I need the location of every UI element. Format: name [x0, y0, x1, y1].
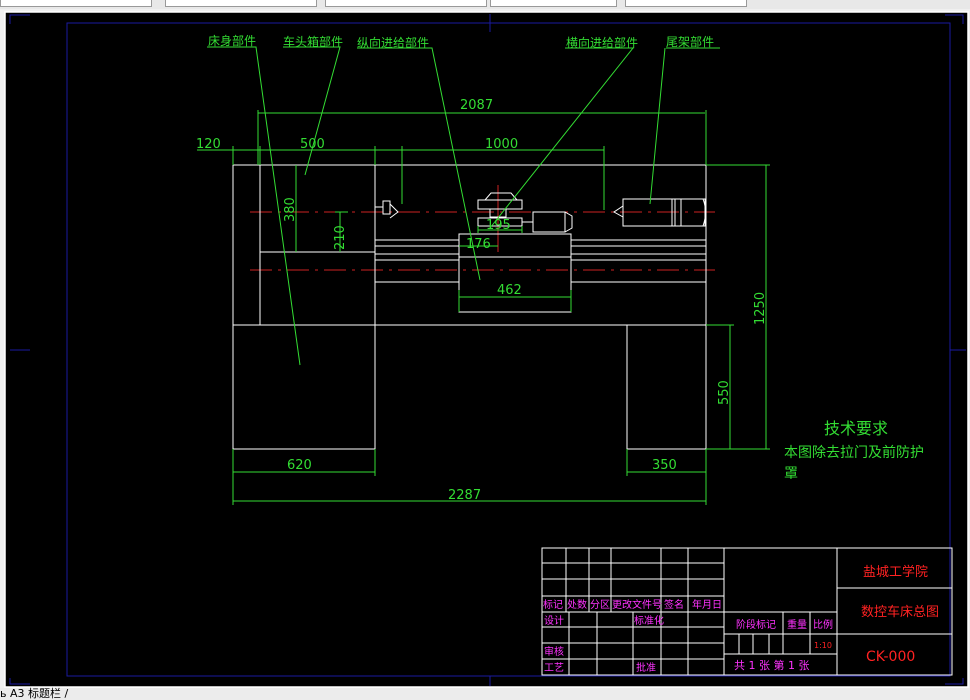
label-sheets: 共 1 张 第 1 张: [734, 658, 809, 672]
label-stage-mark: 阶段标记: [736, 618, 776, 631]
label-review: 审核: [544, 645, 564, 658]
drawing-number: CK-000: [866, 649, 915, 665]
label-scale: 比例: [813, 618, 833, 631]
label-longitudinal-feed: 纵向进给部件: [357, 35, 429, 50]
header-mark: 标记: [543, 599, 563, 611]
toolbar-field[interactable]: [165, 0, 317, 7]
dim-550: 550: [717, 380, 732, 405]
dim-1250: 1250: [753, 292, 768, 325]
label-cross-feed: 横向进给部件: [566, 35, 638, 50]
label-design: 设计: [544, 614, 564, 627]
drawing-name: 数控车床总图: [861, 604, 939, 620]
label-headstock: 车头箱部件: [283, 34, 343, 49]
dim-462: 462: [497, 283, 522, 298]
school-name: 盐城工学院: [863, 564, 928, 580]
label-standardization: 标准化: [634, 614, 664, 627]
toolbar-field[interactable]: [625, 0, 747, 7]
header-count: 处数: [567, 598, 587, 611]
dim-210: 210: [333, 225, 348, 250]
drawing-canvas[interactable]: 2087 120 500 1000 380 210 195 176 462 12…: [0, 9, 970, 688]
notes-title: 技术要求: [824, 419, 888, 438]
label-tailstock: 尾架部件: [666, 34, 714, 49]
label-approve: 批准: [636, 661, 656, 674]
dim-120: 120: [196, 137, 221, 152]
dim-380: 380: [283, 197, 298, 222]
layout-tabs: ь A3 标题栏 /: [0, 688, 970, 700]
header-zone: 分区: [590, 599, 610, 611]
scale-value: 1:10: [814, 641, 832, 650]
dim-620: 620: [287, 458, 312, 473]
toolbar-dropdown[interactable]: [0, 0, 152, 7]
toolbar-field[interactable]: [490, 0, 617, 7]
dim-350: 350: [652, 458, 677, 473]
header-date: 年月日: [692, 598, 722, 611]
dim-195: 195: [486, 218, 511, 233]
dim-2287: 2287: [448, 488, 481, 503]
label-process: 工艺: [544, 662, 564, 674]
header-change-doc: 更改文件号: [612, 598, 662, 611]
notes-line1: 本图除去拉门及前防护: [784, 444, 924, 461]
label-bed: 床身部件: [208, 33, 256, 48]
label-weight: 重量: [787, 618, 807, 631]
notes-line2: 罩: [784, 466, 798, 482]
header-signature: 签名: [664, 598, 684, 611]
dim-176: 176: [466, 237, 491, 252]
dim-2087: 2087: [460, 98, 493, 113]
toolbar-field[interactable]: [325, 0, 487, 7]
dim-1000: 1000: [485, 137, 518, 152]
toolbar-strip: [0, 0, 970, 9]
layout-tab-a3[interactable]: ь A3 标题栏 /: [0, 687, 68, 700]
dim-500: 500: [300, 137, 325, 152]
